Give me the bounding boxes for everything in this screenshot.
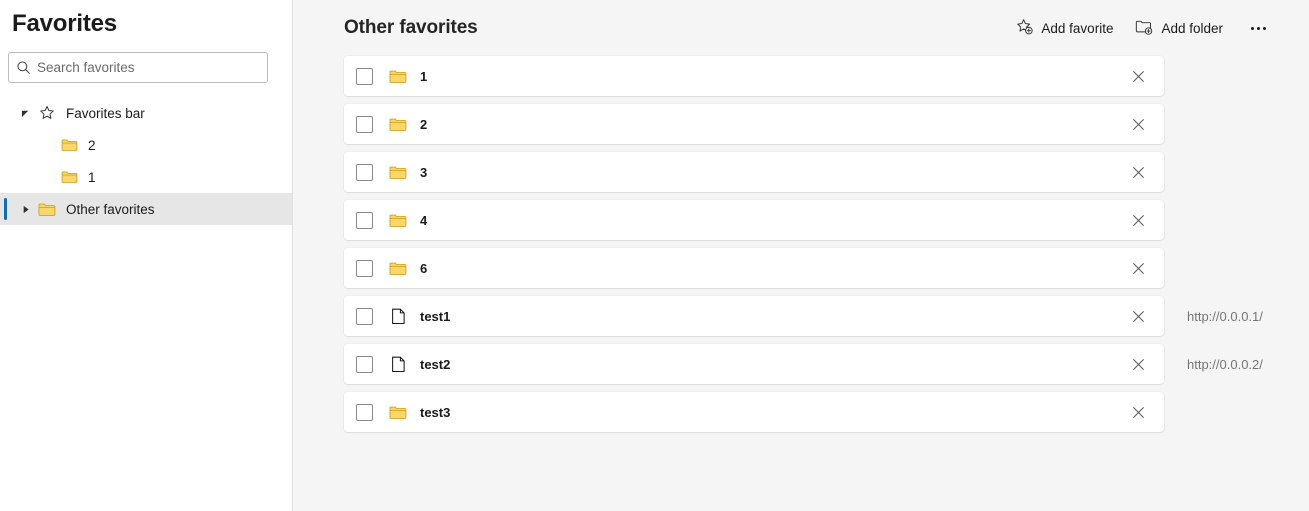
main-header: Other favorites Add favorite Add folder bbox=[293, 0, 1309, 56]
favorites-tree: Favorites bar 2 1 Other favorites bbox=[0, 97, 292, 225]
close-icon[interactable] bbox=[1122, 156, 1154, 188]
star-icon bbox=[36, 105, 58, 121]
close-icon[interactable] bbox=[1122, 396, 1154, 428]
row-checkbox[interactable] bbox=[344, 403, 384, 421]
more-options-button[interactable] bbox=[1241, 21, 1276, 36]
main-title: Other favorites bbox=[344, 17, 478, 38]
close-icon[interactable] bbox=[1122, 300, 1154, 332]
folder-icon bbox=[384, 117, 412, 132]
folder-icon bbox=[58, 138, 80, 152]
tree-item-folder-1[interactable]: 1 bbox=[0, 161, 292, 193]
tree-item-label: Other favorites bbox=[66, 201, 155, 217]
add-favorite-label: Add favorite bbox=[1041, 20, 1114, 36]
table-row[interactable]: 2 bbox=[344, 104, 1164, 144]
table-row[interactable]: test3 bbox=[344, 392, 1164, 432]
table-row[interactable]: 3 bbox=[344, 152, 1164, 192]
ellipsis-icon bbox=[1263, 26, 1266, 30]
row-content: 3 bbox=[412, 152, 1122, 192]
add-folder-button[interactable]: Add folder bbox=[1127, 12, 1231, 44]
row-checkbox[interactable] bbox=[344, 307, 384, 325]
row-checkbox[interactable] bbox=[344, 211, 384, 229]
row-name: test2 bbox=[420, 356, 451, 372]
row-name: test1 bbox=[420, 308, 451, 324]
document-icon bbox=[384, 356, 412, 373]
row-content: test2 http://0.0.0.2/ bbox=[412, 344, 1263, 384]
close-icon[interactable] bbox=[1122, 252, 1154, 284]
ellipsis-icon bbox=[1251, 26, 1254, 30]
main-content: Other favorites Add favorite Add folder … bbox=[293, 0, 1309, 511]
chevron-right-icon[interactable] bbox=[14, 205, 36, 214]
search-icon bbox=[9, 60, 37, 75]
close-icon[interactable] bbox=[1122, 108, 1154, 140]
row-name: 6 bbox=[420, 260, 428, 276]
table-row[interactable]: 6 bbox=[344, 248, 1164, 288]
favorites-list: 1 2 3 4 6 test1 http://0.0.0.1/ test2 ht… bbox=[293, 56, 1309, 432]
folder-icon bbox=[36, 202, 58, 217]
folder-icon bbox=[384, 69, 412, 84]
table-row[interactable]: 4 bbox=[344, 200, 1164, 240]
search-input[interactable] bbox=[37, 54, 267, 81]
document-icon bbox=[384, 308, 412, 325]
favorites-manager: Favorites Favorites bar bbox=[0, 0, 1309, 511]
row-content: test1 http://0.0.0.1/ bbox=[412, 296, 1263, 336]
row-checkbox[interactable] bbox=[344, 259, 384, 277]
row-name: 4 bbox=[420, 212, 428, 228]
tree-item-favorites-bar[interactable]: Favorites bar bbox=[0, 97, 292, 129]
row-content: 1 bbox=[412, 56, 1122, 96]
row-name: test3 bbox=[420, 404, 451, 420]
folder-icon bbox=[384, 405, 412, 420]
row-content: 4 bbox=[412, 200, 1122, 240]
row-name: 3 bbox=[420, 164, 428, 180]
close-icon[interactable] bbox=[1122, 204, 1154, 236]
page-title: Favorites bbox=[12, 10, 117, 37]
folder-icon bbox=[384, 165, 412, 180]
add-favorite-button[interactable]: Add favorite bbox=[1008, 12, 1121, 44]
row-url: http://0.0.0.1/ bbox=[1187, 308, 1263, 324]
ellipsis-icon bbox=[1257, 26, 1260, 30]
table-row[interactable]: test1 http://0.0.0.1/ bbox=[344, 296, 1263, 336]
row-checkbox[interactable] bbox=[344, 115, 384, 133]
close-icon[interactable] bbox=[1122, 348, 1154, 380]
row-content: 2 bbox=[412, 104, 1122, 144]
folder-icon bbox=[384, 213, 412, 228]
tree-item-folder-2[interactable]: 2 bbox=[0, 129, 292, 161]
chevron-down-icon[interactable] bbox=[14, 109, 36, 118]
folder-icon bbox=[384, 261, 412, 276]
tree-item-label: 2 bbox=[88, 137, 96, 153]
row-checkbox[interactable] bbox=[344, 163, 384, 181]
row-url: http://0.0.0.2/ bbox=[1187, 356, 1263, 372]
row-name: 2 bbox=[420, 116, 428, 132]
tree-item-label: 1 bbox=[88, 169, 96, 185]
row-content: 6 bbox=[412, 248, 1122, 288]
table-row[interactable]: test2 http://0.0.0.2/ bbox=[344, 344, 1263, 384]
star-plus-icon bbox=[1016, 18, 1034, 38]
table-row[interactable]: 1 bbox=[344, 56, 1164, 96]
search-box[interactable] bbox=[8, 52, 268, 83]
folder-icon bbox=[58, 170, 80, 184]
tree-item-label: Favorites bar bbox=[66, 105, 145, 121]
close-icon[interactable] bbox=[1122, 60, 1154, 92]
folder-plus-icon bbox=[1135, 18, 1153, 38]
tree-item-other-favorites[interactable]: Other favorites bbox=[0, 193, 292, 225]
row-content: test3 bbox=[412, 392, 1122, 432]
row-checkbox[interactable] bbox=[344, 67, 384, 85]
sidebar: Favorites Favorites bar bbox=[0, 0, 293, 511]
row-checkbox[interactable] bbox=[344, 355, 384, 373]
add-folder-label: Add folder bbox=[1161, 20, 1223, 36]
row-name: 1 bbox=[420, 68, 428, 84]
